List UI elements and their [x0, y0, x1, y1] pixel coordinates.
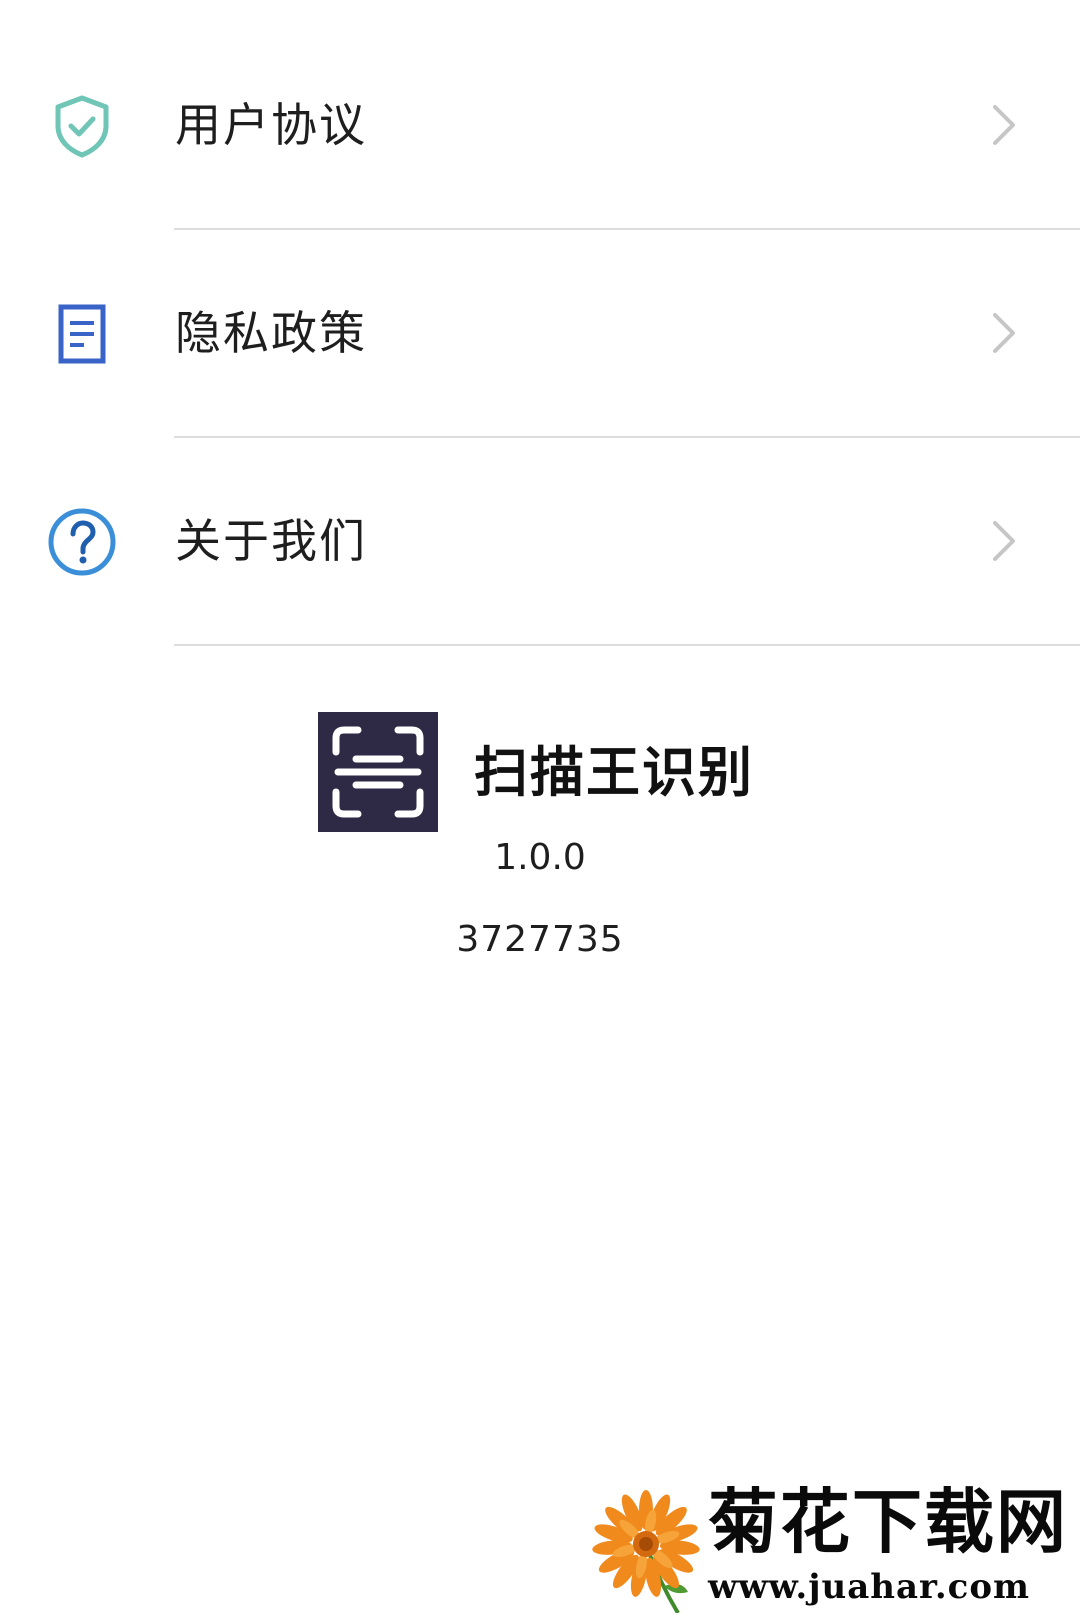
app-build-number: 3727735 [456, 919, 624, 960]
question-circle-icon [46, 506, 118, 578]
orange-flower-icon [590, 1488, 702, 1613]
app-logo [318, 712, 438, 832]
scan-frame-icon [332, 726, 424, 818]
menu-item-user-agreement[interactable]: 用户协议 [0, 22, 1080, 228]
app-info: 扫描王识别 1.0.0 3727735 [0, 700, 1080, 980]
watermark-title: 菊花下载网 [708, 1481, 1068, 1563]
menu-item-privacy-policy[interactable]: 隐私政策 [0, 230, 1080, 436]
menu-item-label: 隐私政策 [175, 306, 367, 360]
menu-item-label: 关于我们 [175, 514, 367, 568]
app-version: 1.0.0 [494, 837, 586, 878]
menu-item-about-us[interactable]: 关于我们 [0, 438, 1080, 644]
watermark: 菊花下载网 www.juahar.com [590, 1480, 1080, 1613]
app-name: 扫描王识别 [474, 741, 754, 804]
divider [174, 644, 1080, 646]
document-icon [46, 298, 118, 370]
shield-check-icon [46, 90, 118, 162]
watermark-url: www.juahar.com [708, 1567, 1031, 1607]
chevron-right-icon [990, 519, 1018, 563]
chevron-right-icon [990, 311, 1018, 355]
menu-item-label: 用户协议 [175, 98, 367, 152]
chevron-right-icon [990, 103, 1018, 147]
